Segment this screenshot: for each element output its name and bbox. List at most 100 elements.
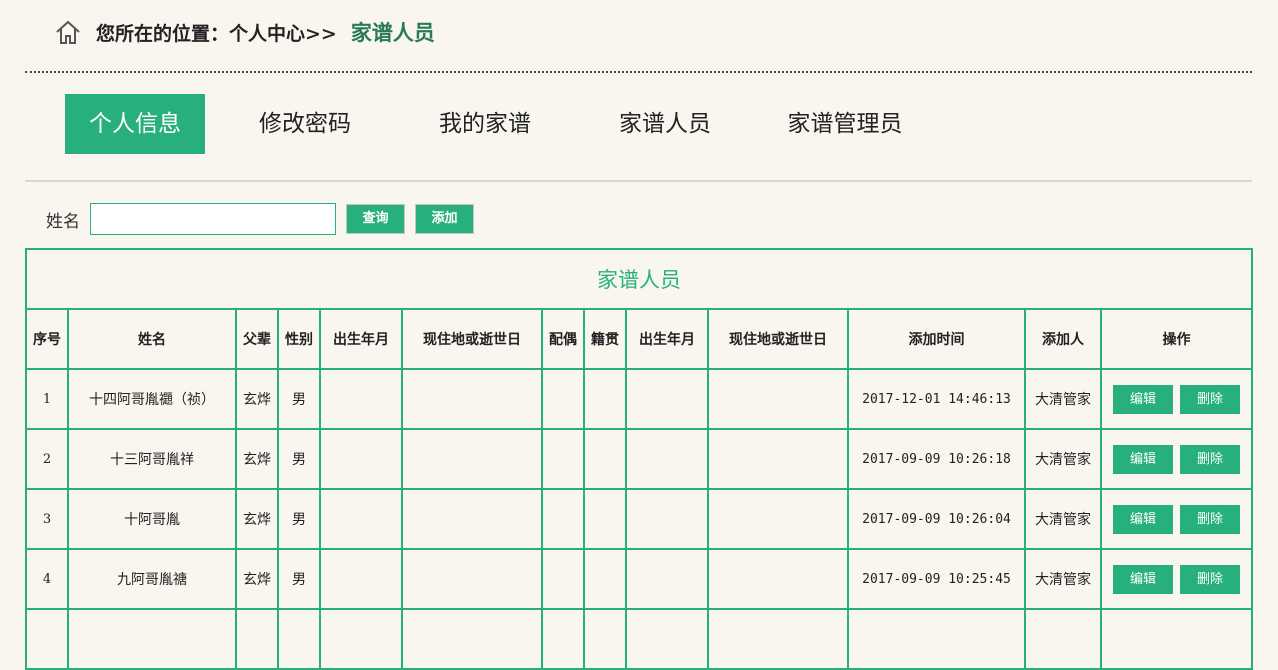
cell-added-time: 2017-09-09 10:25:45 [847,548,1026,610]
cell-father: 玄烨 [235,488,279,550]
cell-added-time: 2017-12-01 14:46:13 [847,368,1026,430]
cell-native-place [583,488,627,550]
edit-button[interactable]: 编辑 [1113,564,1174,594]
cell-residence [401,548,543,610]
header-father: 父辈 [235,308,279,370]
cell-spouse [541,428,585,490]
header-residence: 现住地或逝世日 [401,308,543,370]
cell-birth-2 [625,428,709,490]
header-seq: 序号 [25,308,69,370]
cell-seq: 1 [25,368,69,430]
cell-actions [1099,608,1254,670]
edit-button[interactable]: 编辑 [1113,444,1174,474]
table-row: 1 十四阿哥胤禵（祯） 玄烨男 2017-12-01 14:46:13 大清管家 编辑 删除 [25,368,1254,430]
table-row: 2 十三阿哥胤祥 玄烨男 2017-09-09 10:26:18 大清管家 编辑 删除 [25,428,1254,490]
cell-father [235,608,279,670]
cell-birth-2 [625,368,709,430]
header-added-time: 添加时间 [847,308,1026,370]
table-row: 4 九阿哥胤禟 玄烨男 2017-09-09 10:25:45 大清管家 编辑 删除 [25,548,1254,610]
cell-name: 九阿哥胤禟 [67,548,237,610]
delete-button[interactable]: 删除 [1180,444,1241,474]
cell-added-time [847,608,1026,670]
cell-actions: 编辑 删除 [1099,548,1254,610]
cell-seq [25,608,69,670]
table-caption: 家谱人员 [24,248,1254,310]
cell-birth-2 [625,488,709,550]
cell-name: 十四阿哥胤禵（祯） [67,368,237,430]
cell-native-place [583,608,627,670]
cell-added-by [1024,608,1102,670]
tab-genealogy-admins[interactable]: 家谱管理员 [765,94,925,154]
edit-button[interactable]: 编辑 [1113,384,1174,414]
add-button[interactable]: 添加 [415,204,474,234]
cell-added-time: 2017-09-09 10:26:04 [847,488,1026,550]
cell-spouse [541,488,585,550]
header-gender: 性别 [277,308,321,370]
cell-actions: 编辑 删除 [1099,428,1254,490]
cell-actions: 编辑 删除 [1099,368,1254,430]
query-button[interactable]: 查询 [346,204,405,234]
tab-my-genealogy[interactable]: 我的家谱 [405,94,565,154]
breadcrumb-path: 您所在的位置：个人中心>> [96,22,337,45]
search-bar: 姓名 查询 添加 [46,202,474,236]
cell-spouse [541,548,585,610]
cell-residence-2 [707,368,849,430]
cell-name: 十阿哥胤 [67,488,237,550]
header-added-by: 添加人 [1024,308,1102,370]
delete-button[interactable]: 删除 [1180,564,1241,594]
nav-divider [25,180,1252,182]
header-name: 姓名 [67,308,237,370]
cell-native-place [583,548,627,610]
cell-birth [319,548,403,610]
header-actions: 操作 [1099,308,1254,370]
cell-birth-2 [625,608,709,670]
cell-birth [319,368,403,430]
name-search-input[interactable] [90,203,336,235]
cell-gender: 男 [277,428,321,490]
cell-seq: 4 [25,548,69,610]
cell-father: 玄烨 [235,368,279,430]
cell-residence [401,368,543,430]
cell-added-time: 2017-09-09 10:26:18 [847,428,1026,490]
edit-button[interactable]: 编辑 [1113,504,1174,534]
cell-residence [401,488,543,550]
cell-birth [319,428,403,490]
cell-gender: 男 [277,488,321,550]
breadcrumb-current: 家谱人员 [350,20,435,45]
cell-birth-2 [625,548,709,610]
header-spouse: 配偶 [541,308,585,370]
cell-name [67,608,237,670]
tab-change-password[interactable]: 修改密码 [225,94,385,154]
cell-birth [319,608,403,670]
header-birth: 出生年月 [319,308,403,370]
cell-spouse [541,368,585,430]
cell-added-by: 大清管家 [1024,488,1102,550]
cell-native-place [583,428,627,490]
cell-gender: 男 [277,368,321,430]
cell-father: 玄烨 [235,548,279,610]
cell-residence [401,608,543,670]
tab-personal-info[interactable]: 个人信息 [65,94,205,154]
cell-residence-2 [707,548,849,610]
cell-name: 十三阿哥胤祥 [67,428,237,490]
delete-button[interactable]: 删除 [1180,384,1241,414]
search-label: 姓名 [46,211,80,232]
table-row: 3 十阿哥胤 玄烨男 2017-09-09 10:26:04 大清管家 编辑 删除 [25,488,1254,550]
cell-gender: 男 [277,548,321,610]
breadcrumb: 您所在的位置：个人中心>> 家谱人员 [54,16,435,48]
nav-tabs: 个人信息 修改密码 我的家谱 家谱人员 家谱管理员 [65,94,925,154]
home-icon[interactable] [54,18,82,46]
cell-actions: 编辑 删除 [1099,488,1254,550]
cell-added-by: 大清管家 [1024,428,1102,490]
header-divider [25,71,1252,73]
cell-added-by: 大清管家 [1024,368,1102,430]
header-residence-2: 现住地或逝世日 [707,308,849,370]
cell-residence-2 [707,428,849,490]
cell-gender [277,608,321,670]
cell-spouse [541,608,585,670]
tab-genealogy-members[interactable]: 家谱人员 [585,94,745,154]
cell-seq: 2 [25,428,69,490]
cell-father: 玄烨 [235,428,279,490]
cell-birth [319,488,403,550]
delete-button[interactable]: 删除 [1180,504,1241,534]
